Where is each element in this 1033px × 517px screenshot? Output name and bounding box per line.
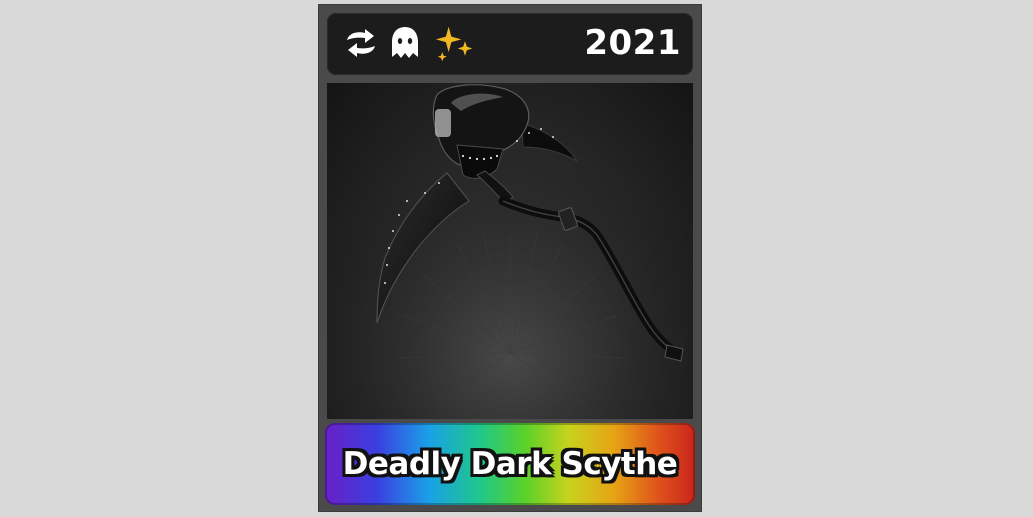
ghost-icon (385, 23, 425, 63)
trade-arrows-icon (341, 23, 381, 63)
page: 2021 Deadly Dark Scythe (0, 0, 1033, 517)
release-year: 2021 (584, 23, 681, 63)
sparkle-icon (435, 23, 475, 63)
item-name: Deadly Dark Scythe (342, 446, 678, 482)
scythe-icon (327, 83, 693, 419)
item-image (327, 83, 693, 419)
item-name-banner: Deadly Dark Scythe (325, 423, 695, 505)
item-info-bar: 2021 (327, 13, 693, 75)
item-card[interactable]: 2021 Deadly Dark Scythe (318, 4, 702, 512)
